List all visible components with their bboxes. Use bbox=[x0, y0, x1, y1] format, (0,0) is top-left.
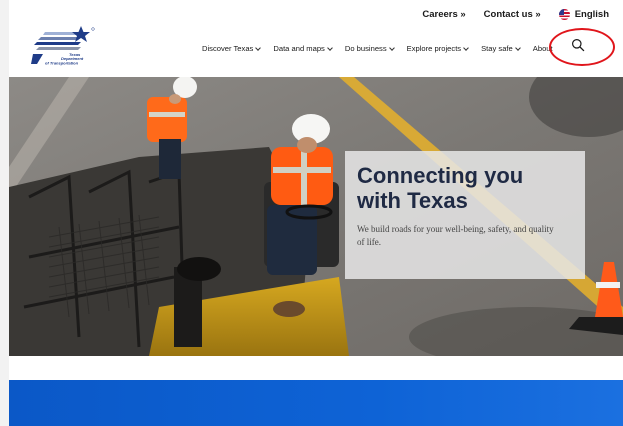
hero-subtitle: We build roads for your well-being, safe… bbox=[357, 224, 554, 247]
main-nav: Discover Texas Data and maps Do business… bbox=[202, 44, 553, 53]
nav-data-and-maps[interactable]: Data and maps bbox=[273, 44, 333, 53]
language-label: English bbox=[574, 9, 609, 20]
careers-link[interactable]: Careers » bbox=[422, 9, 465, 20]
nav-stay-safe[interactable]: Stay safe bbox=[481, 44, 521, 53]
nav-label: Stay safe bbox=[481, 44, 513, 53]
nav-do-business[interactable]: Do business bbox=[344, 44, 395, 53]
contact-link[interactable]: Contact us » bbox=[484, 9, 541, 20]
txdot-logo[interactable]: Texas Department of Transportation bbox=[31, 24, 97, 66]
chevron-down-icon bbox=[514, 44, 521, 51]
hero-banner: Connecting you with Texas We build roads… bbox=[9, 77, 623, 356]
us-flag-icon bbox=[558, 9, 570, 20]
nav-label: Discover Texas bbox=[202, 44, 254, 53]
language-selector[interactable]: English bbox=[558, 9, 609, 20]
utility-bar: Careers » Contact us » English bbox=[422, 9, 609, 20]
chevron-down-icon bbox=[327, 44, 333, 51]
hero-card: Connecting you with Texas We build roads… bbox=[345, 151, 585, 279]
nav-explore-projects[interactable]: Explore projects bbox=[406, 44, 469, 53]
nav-label: Explore projects bbox=[406, 44, 462, 53]
search-highlight-annotation bbox=[549, 28, 615, 66]
chevron-down-icon bbox=[463, 44, 469, 51]
chevron-down-icon bbox=[255, 44, 262, 51]
hero-title: Connecting you with Texas bbox=[357, 163, 524, 213]
chevron-down-icon bbox=[388, 44, 395, 51]
nav-label: Data and maps bbox=[273, 44, 325, 53]
nav-discover-texas[interactable]: Discover Texas bbox=[202, 44, 262, 53]
nav-label: Do business bbox=[344, 44, 387, 53]
txdot-logo-mark: Texas Department of Transportation bbox=[31, 26, 95, 66]
logo-text-transportation: of Transportation bbox=[45, 61, 79, 66]
page: Careers » Contact us » English Texas Dep… bbox=[9, 0, 623, 426]
blue-feature-band bbox=[9, 380, 623, 426]
